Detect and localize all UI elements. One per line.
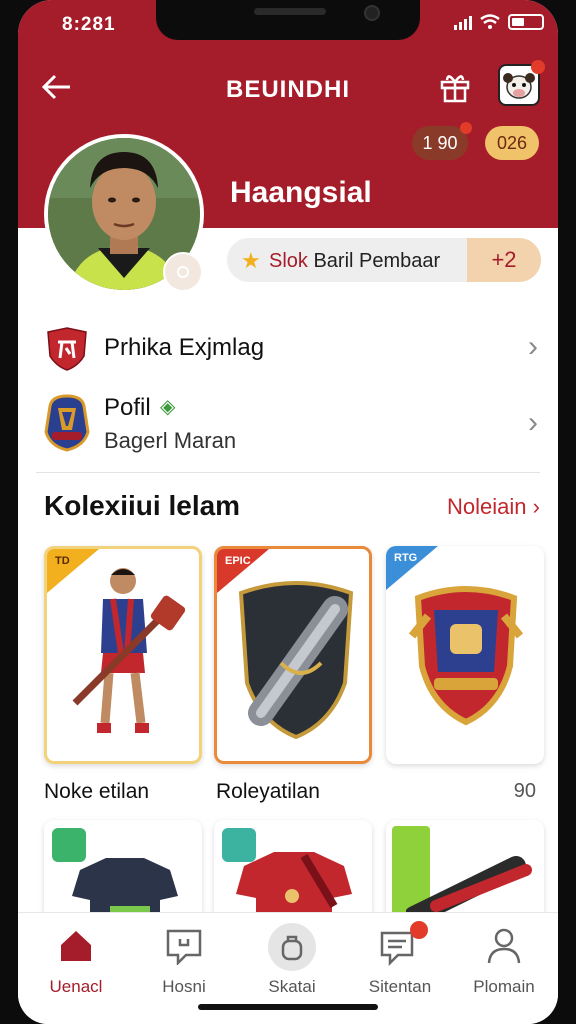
equipment-image xyxy=(406,856,532,920)
status-badge-value: 2 xyxy=(504,247,517,272)
nav-item-home[interactable]: Uenacl xyxy=(22,913,130,1024)
collection-card[interactable] xyxy=(386,820,544,920)
shop-icon xyxy=(281,935,303,961)
collection-card[interactable]: EPIC xyxy=(214,546,372,764)
chat-icon xyxy=(166,929,202,965)
nav-label: Uenacl xyxy=(49,977,103,996)
battery-icon xyxy=(508,14,544,30)
nav-label: Sitentan xyxy=(368,977,432,996)
card-label: Noke etilan xyxy=(44,780,150,803)
club-shield-icon xyxy=(47,327,87,371)
player-card-image xyxy=(72,568,185,733)
menu-sublabel: Bagerl Maran xyxy=(104,428,237,453)
wifi-icon xyxy=(480,14,500,29)
status-time: 8:281 xyxy=(62,14,116,35)
collection-count: 90 xyxy=(513,780,536,802)
currency-1-value: 1 90 xyxy=(422,133,458,153)
gift-icon[interactable] xyxy=(438,70,472,104)
edit-avatar-button[interactable] xyxy=(163,252,203,292)
phone-frame: 8:281 BEUINDHI 1 90 026 Haangsial ★ Slok… xyxy=(0,0,576,1024)
status-text-main: Baril Pembaar xyxy=(313,250,441,272)
menu-row-profile[interactable]: Pofil ◈ Bagerl Maran › xyxy=(18,388,558,464)
status-text-red: Slok xyxy=(269,250,308,272)
collection-card[interactable] xyxy=(214,820,372,920)
crest-badge-icon xyxy=(44,394,90,452)
username: Haangsial xyxy=(230,176,372,209)
currency-2-value: 026 xyxy=(496,133,528,153)
notification-dot xyxy=(531,60,545,74)
menu-row-exchange[interactable]: Prhika Exjmlag › xyxy=(18,318,558,380)
menu-label: Pofil xyxy=(104,394,151,421)
status-pill[interactable]: ★ Slok Baril Pembaar +2 xyxy=(227,238,541,282)
collection-card[interactable] xyxy=(44,820,202,920)
status-text: Slok Baril Pembaar xyxy=(269,250,440,273)
nav-label: Plomain xyxy=(473,977,535,996)
see-all-link[interactable]: Noleiain › xyxy=(447,494,540,520)
nav-item-profile[interactable]: Plomain xyxy=(450,913,558,1024)
profile-icon xyxy=(487,928,521,964)
status-icons xyxy=(454,14,544,30)
shield-scroll-image xyxy=(238,581,354,740)
home-indicator xyxy=(198,1004,378,1010)
chevron-right-icon: › xyxy=(528,330,538,363)
rarity-tag-label: RTG xyxy=(394,552,418,564)
jersey-image xyxy=(72,858,178,920)
chevron-right-icon: › xyxy=(532,494,540,519)
collection-card[interactable]: RTG xyxy=(386,546,544,764)
rarity-tag-label: EPIC xyxy=(225,555,251,567)
verified-icon: ◈ xyxy=(160,396,176,418)
chevron-right-icon: › xyxy=(528,406,538,439)
app-screen: 8:281 BEUINDHI 1 90 026 Haangsial ★ Slok… xyxy=(18,0,558,1024)
nav-label: Hosni xyxy=(162,977,206,996)
currency-chip-2[interactable]: 026 xyxy=(485,126,539,160)
collection-card[interactable]: TD xyxy=(44,546,202,764)
divider xyxy=(36,472,540,473)
home-icon xyxy=(61,931,91,961)
club-crest-image xyxy=(408,586,524,726)
mascot-avatar-button[interactable] xyxy=(498,60,545,106)
section-title: Kolexiiui lelam xyxy=(44,490,241,521)
notification-dot xyxy=(410,921,428,939)
see-all-label: Noleiain xyxy=(447,494,527,519)
card-label: Roleyatilan xyxy=(216,780,320,803)
nav-label: Skatai xyxy=(268,977,316,996)
menu-label: Prhika Exjmlag xyxy=(104,334,265,361)
currency-chip-1[interactable]: 1 90 xyxy=(412,122,472,160)
star-icon: ★ xyxy=(241,248,261,273)
signal-icon xyxy=(454,14,472,30)
notch xyxy=(156,0,420,40)
status-badge: +2 xyxy=(467,238,541,282)
notification-dot xyxy=(460,122,472,134)
page-title: BEUINDHI xyxy=(225,76,350,103)
jersey-image xyxy=(236,852,352,920)
